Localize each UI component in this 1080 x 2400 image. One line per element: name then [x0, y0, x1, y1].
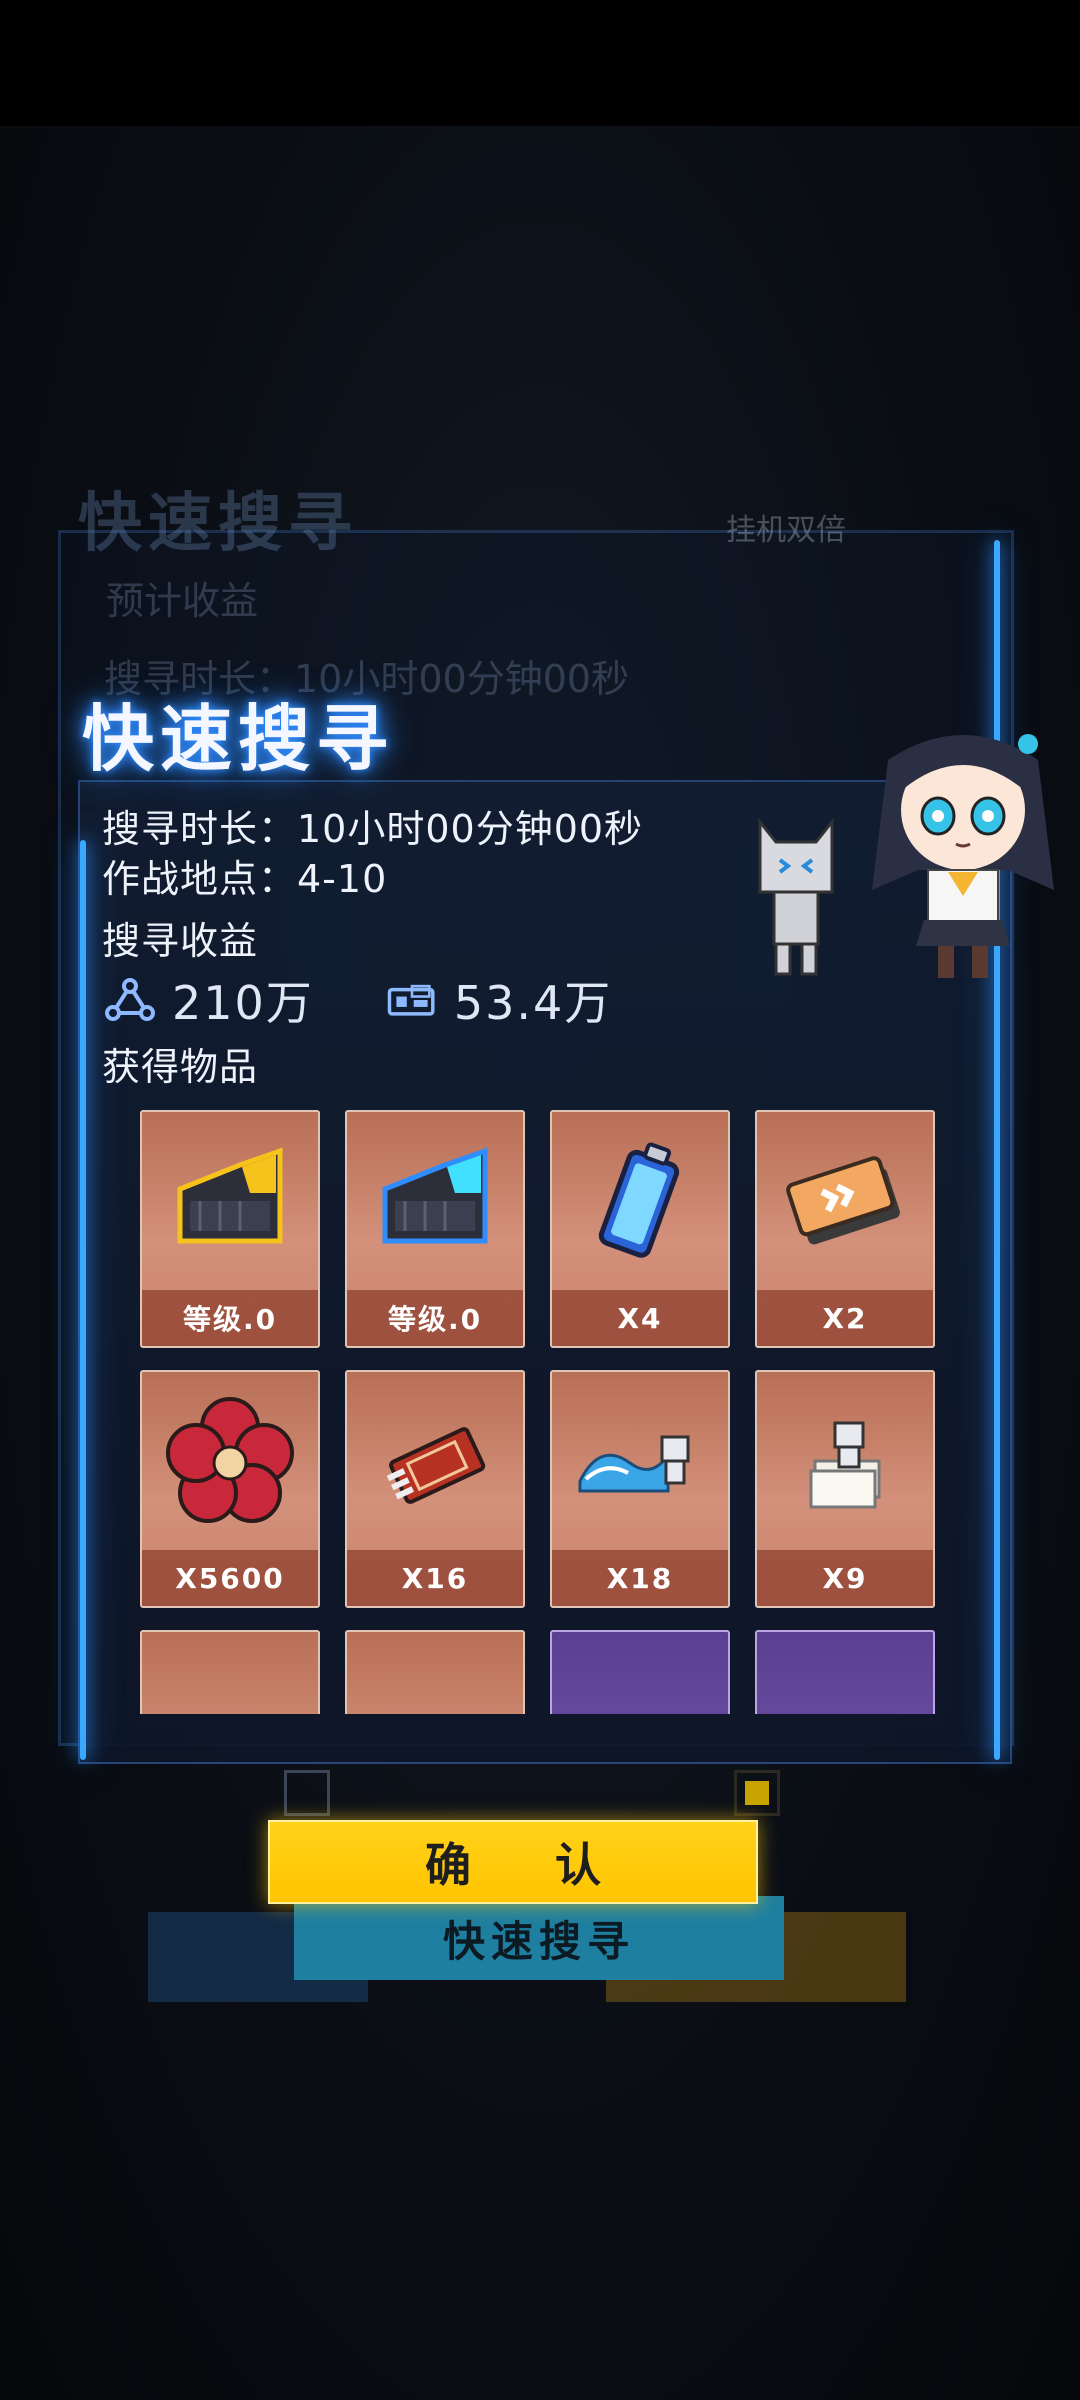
item-card[interactable]: X5600: [140, 1370, 320, 1608]
item-label: 等级.0: [142, 1290, 318, 1346]
item-label: X2: [757, 1290, 933, 1346]
background-title: 快速搜寻: [78, 487, 358, 561]
matchbox-icon: [347, 1372, 523, 1550]
item-label: X4: [552, 1290, 728, 1346]
partial-robot-icon: [142, 1632, 318, 1714]
reward-value-2: 53.4万: [453, 976, 613, 1030]
background-idle-double: 挂机双倍: [726, 513, 846, 548]
item-card[interactable]: 等级.0: [345, 1110, 525, 1348]
background-checkbox-right: [734, 1770, 780, 1816]
reward-value-1: 210万: [172, 976, 314, 1030]
item-label: X18: [552, 1550, 728, 1606]
partial-chest-icon: [757, 1632, 933, 1714]
red-flower-icon: [142, 1372, 318, 1550]
item-card[interactable]: [140, 1630, 320, 1714]
items-grid: 等级.0 等级.0 X4 X2 X5600 X16 X18 X9: [140, 1110, 935, 1714]
game-screen: 快速搜寻 预计收益 搜寻时长：10小时00分钟00秒 挂机双倍 快速搜寻 搜寻时…: [0, 0, 1080, 2400]
item-card[interactable]: X4: [550, 1110, 730, 1348]
partial-shard-icon: [552, 1632, 728, 1714]
cyan-fragment-icon: [347, 1112, 523, 1290]
item-card[interactable]: X9: [755, 1370, 935, 1608]
item-label: X9: [757, 1550, 933, 1606]
item-card[interactable]: [755, 1630, 935, 1714]
battery-icon: [552, 1112, 728, 1290]
search-duration: 搜寻时长：10小时00分钟00秒: [102, 807, 644, 851]
network-node-icon: [104, 974, 156, 1026]
item-card[interactable]: X2: [755, 1110, 935, 1348]
partial-item-icon: [347, 1632, 523, 1714]
items-grid-viewport[interactable]: 等级.0 等级.0 X4 X2 X5600 X16 X18 X9: [140, 1110, 940, 1714]
background-checkbox-left: [284, 1770, 330, 1816]
item-label: 等级.0: [347, 1290, 523, 1346]
dialog-title: 快速搜寻: [82, 697, 395, 781]
item-card[interactable]: X18: [550, 1370, 730, 1608]
status-bar-area: [0, 0, 1080, 126]
paper-robot-icon: [757, 1372, 933, 1550]
reward-section-title: 搜寻收益: [102, 919, 259, 963]
item-card[interactable]: [345, 1630, 525, 1714]
cat-robot-icon: [746, 812, 846, 986]
item-card[interactable]: X16: [345, 1370, 525, 1608]
confirm-button[interactable]: 确 认: [268, 1820, 758, 1904]
wave-robot-icon: [552, 1372, 728, 1550]
item-label: X5600: [142, 1550, 318, 1606]
item-card[interactable]: 等级.0: [140, 1110, 320, 1348]
item-card[interactable]: [550, 1630, 730, 1714]
items-section-title: 获得物品: [102, 1045, 259, 1089]
frame-glow-left: [80, 840, 86, 1760]
yellow-fragment-icon: [142, 1112, 318, 1290]
background-expected-income: 预计收益: [106, 579, 259, 623]
data-chip-icon: [386, 974, 438, 1026]
speedup-ticket-icon: [757, 1112, 933, 1290]
item-label: X16: [347, 1550, 523, 1606]
background-quick-search-button: 快速搜寻: [294, 1896, 784, 1980]
chibi-girl-icon: [858, 720, 1068, 984]
battle-location: 作战地点：4-10: [102, 857, 388, 901]
reward-row: 210万 53.4万: [104, 970, 612, 1030]
